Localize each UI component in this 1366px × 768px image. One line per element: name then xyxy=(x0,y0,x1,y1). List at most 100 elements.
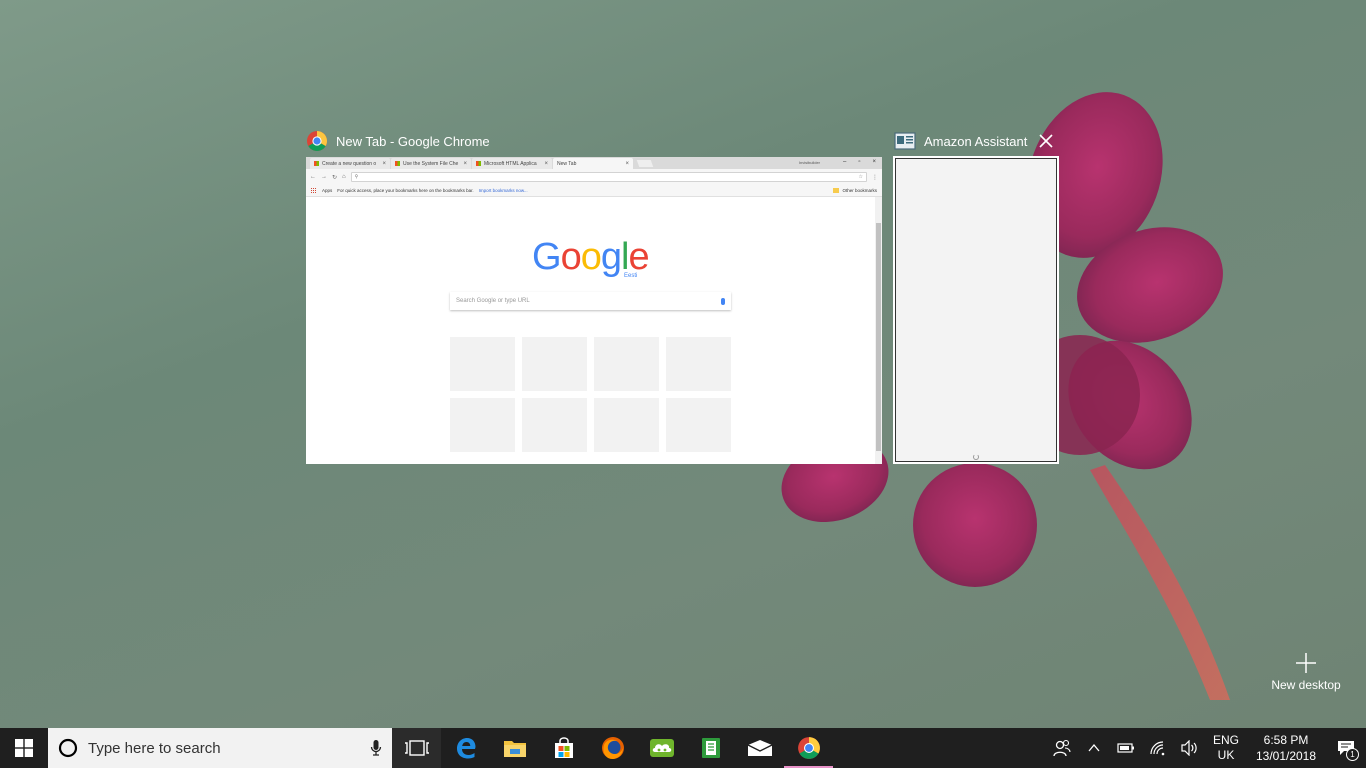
tab-label: Microsoft HTML Applica xyxy=(484,160,537,167)
back-icon: ← xyxy=(310,174,316,180)
bookmark-star-icon: ☆ xyxy=(858,174,863,180)
microphone-icon[interactable] xyxy=(370,739,382,757)
chrome-icon xyxy=(797,737,820,759)
home-icon: ⌂ xyxy=(342,174,346,180)
tile xyxy=(522,398,587,452)
windows-logo-icon xyxy=(15,739,33,757)
chrome-tab-active: New Tab × xyxy=(553,158,633,169)
other-bookmarks: Other bookmarks xyxy=(833,188,877,193)
cortana-icon xyxy=(58,738,78,758)
menu-icon: ⋮ xyxy=(872,174,878,181)
cloud-app-icon xyxy=(649,739,674,757)
amazon-window-thumbnail[interactable] xyxy=(893,156,1059,464)
taskbar-search-box[interactable]: Type here to search xyxy=(48,728,392,768)
clock[interactable]: 6:58 PM 13/01/2018 xyxy=(1246,732,1326,764)
close-icon: × xyxy=(872,159,876,165)
clock-time: 6:58 PM xyxy=(1263,733,1309,747)
language-code: ENG xyxy=(1212,733,1239,747)
network-button[interactable] xyxy=(1142,728,1174,768)
chrome-bookmarks-bar: Apps For quick access, place your bookma… xyxy=(306,185,882,197)
chrome-tabstrip: Create a new question o × Use the System … xyxy=(306,157,882,169)
firefox-icon xyxy=(601,737,624,759)
people-button[interactable] xyxy=(1046,728,1078,768)
start-button[interactable] xyxy=(0,728,48,768)
chrome-scrollbar xyxy=(875,197,882,464)
taskbar-search-placeholder: Type here to search xyxy=(88,739,221,757)
other-bookmarks-label: Other bookmarks xyxy=(842,188,877,193)
taskbar-app-green[interactable] xyxy=(637,728,686,768)
tile xyxy=(666,337,731,391)
taskbar-edge[interactable] xyxy=(441,728,490,768)
battery-icon xyxy=(1117,743,1134,753)
new-desktop-label: New desktop xyxy=(1271,678,1341,692)
people-icon xyxy=(1053,739,1071,757)
google-logo: Google xyxy=(532,236,650,278)
show-hidden-icons-button[interactable] xyxy=(1078,728,1110,768)
tile xyxy=(450,398,515,452)
google-logo-subtitle: Eesti xyxy=(624,273,638,279)
speaker-icon xyxy=(1181,740,1197,756)
import-bookmarks-link: Import bookmarks now... xyxy=(478,188,528,193)
chrome-window-thumbnail[interactable]: Create a new question o × Use the System … xyxy=(306,157,882,464)
clock-date: 13/01/2018 xyxy=(1255,749,1317,763)
taskbar-firefox[interactable] xyxy=(588,728,637,768)
chrome-window-title-text: New Tab - Google Chrome xyxy=(336,133,490,149)
restore-icon: ▫ xyxy=(858,159,861,165)
bookmarks-prompt: For quick access, place your bookmarks h… xyxy=(337,188,474,193)
tile xyxy=(522,337,587,391)
taskbar-mail[interactable] xyxy=(735,728,784,768)
new-desktop-button[interactable]: New desktop xyxy=(1262,652,1350,698)
apps-icon xyxy=(311,187,317,194)
action-center-button[interactable]: 1 xyxy=(1326,728,1366,768)
chrome-window-title[interactable]: New Tab - Google Chrome xyxy=(306,129,490,153)
battery-button[interactable] xyxy=(1110,728,1142,768)
tile xyxy=(594,337,659,391)
chrome-toolbar: ← → ↻ ⌂ ⚲ ☆ ⋮ xyxy=(306,169,882,185)
folder-icon xyxy=(503,741,526,757)
chrome-new-tab-page: Google Eesti Search Google or type URL xyxy=(306,197,882,464)
folder-icon xyxy=(833,188,840,193)
new-tab-icon xyxy=(636,159,654,167)
close-window-button[interactable] xyxy=(1036,131,1056,151)
store-icon xyxy=(554,737,573,758)
input-language-indicator[interactable]: ENG UK xyxy=(1206,733,1246,763)
volume-button[interactable] xyxy=(1174,728,1206,768)
edge-icon xyxy=(456,738,475,759)
taskbar-store[interactable] xyxy=(539,728,588,768)
microphone-icon xyxy=(721,297,725,305)
tab-label: Create a new question o xyxy=(322,160,377,167)
chrome-tab: Microsoft HTML Applica × xyxy=(472,158,552,169)
notes-icon xyxy=(701,738,720,758)
taskbar-chrome[interactable] xyxy=(784,728,833,768)
task-view-icon xyxy=(404,740,429,756)
tab-label: Use the System File Che xyxy=(403,160,459,167)
tab-label: New Tab xyxy=(557,160,577,167)
favicon-icon xyxy=(314,161,319,166)
mail-icon xyxy=(747,740,772,756)
chrome-tab: Use the System File Che × xyxy=(391,158,471,169)
reload-icon: ↻ xyxy=(332,174,338,181)
tab-close-icon: × xyxy=(625,160,629,167)
favicon-icon xyxy=(395,161,400,166)
favicon-icon xyxy=(476,161,481,166)
wifi-icon xyxy=(1150,741,1165,756)
chrome-tab: Create a new question o × xyxy=(310,158,390,169)
tile xyxy=(450,337,515,391)
chrome-omnibox: ⚲ ☆ xyxy=(350,172,867,182)
amazon-window-title-text: Amazon Assistant xyxy=(924,133,1028,149)
taskbar-file-explorer[interactable] xyxy=(490,728,539,768)
loading-spinner-icon xyxy=(973,454,979,460)
chevron-up-icon xyxy=(1088,744,1100,752)
chrome-profile-label: Invisibuilder xyxy=(798,160,820,165)
taskbar-notes-app[interactable] xyxy=(686,728,735,768)
amazon-window-title[interactable]: Amazon Assistant xyxy=(894,129,1027,153)
taskbar: Type here to search ENG UK 6:58 PM 13/01… xyxy=(0,728,1366,768)
language-region: UK xyxy=(1217,748,1235,762)
close-icon xyxy=(1039,134,1053,148)
forward-icon: → xyxy=(321,174,327,180)
google-search-box: Search Google or type URL xyxy=(450,292,731,310)
amazon-assistant-icon xyxy=(894,130,916,152)
most-visited-tiles xyxy=(450,337,731,452)
task-view-button[interactable] xyxy=(392,728,441,768)
chrome-window-controls: – ▫ × xyxy=(843,159,876,165)
